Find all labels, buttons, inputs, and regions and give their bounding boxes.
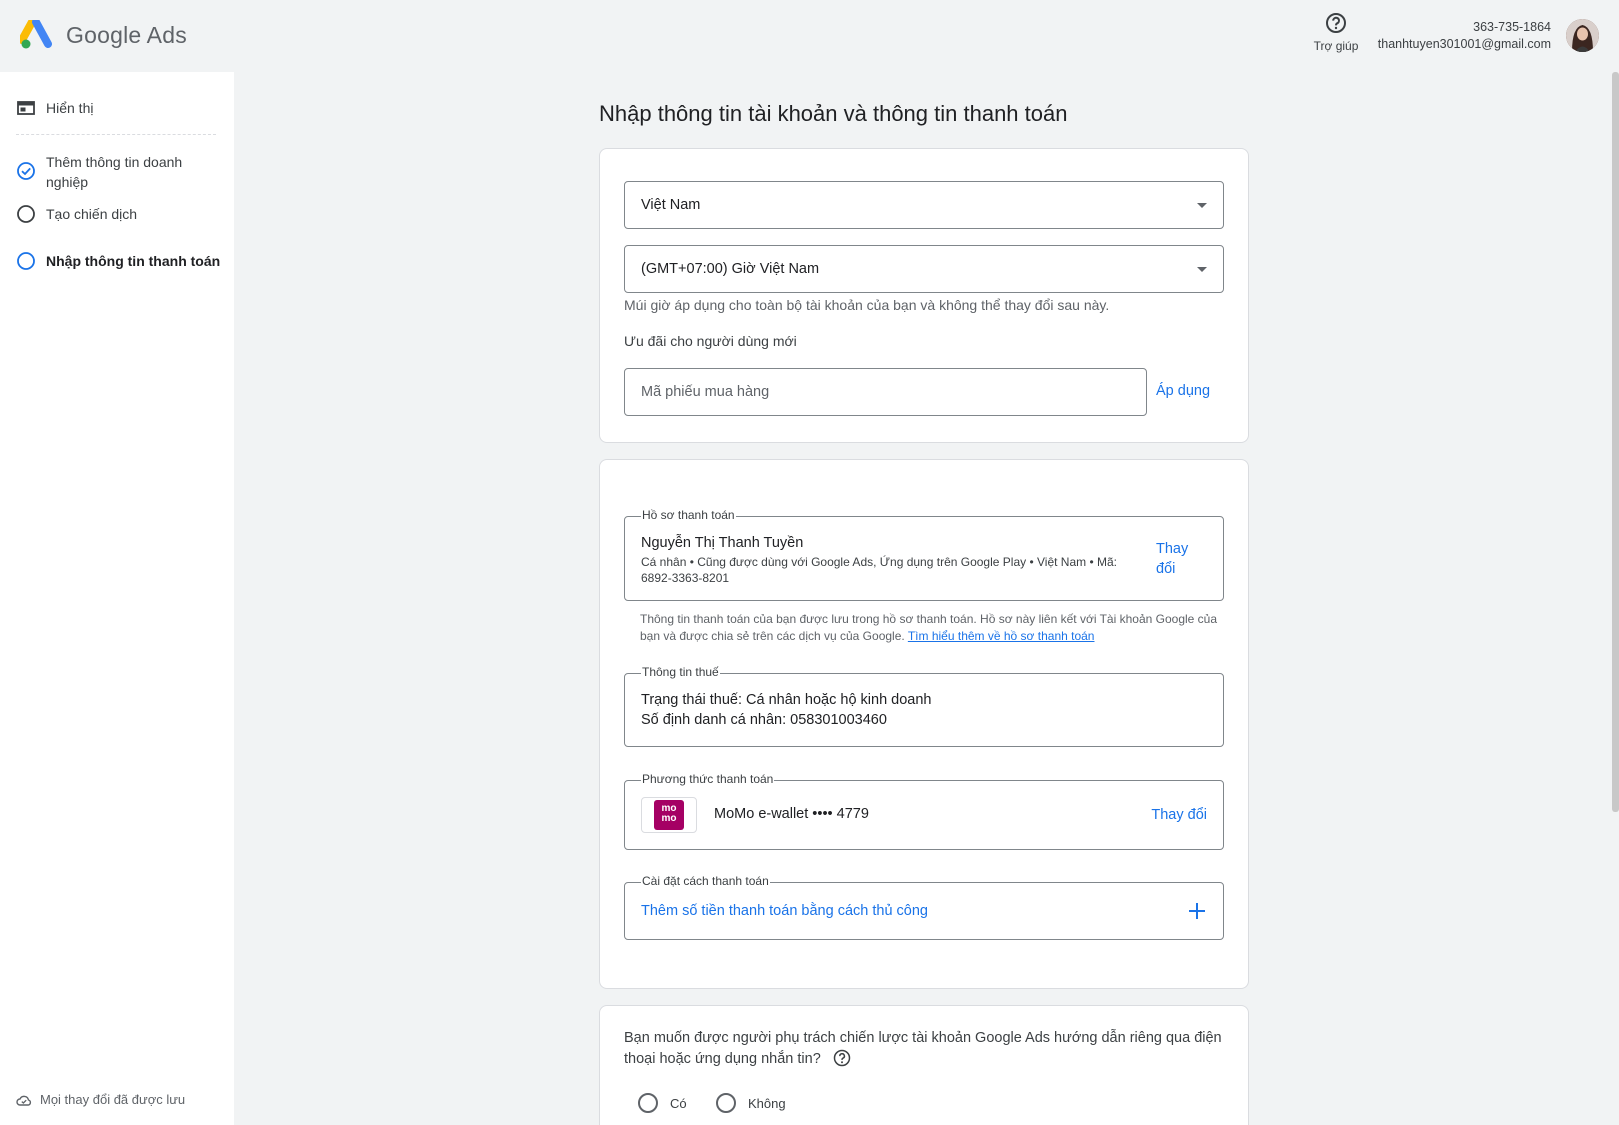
top-bar: Google Ads Trợ giúp 363-735-1864 thanhtu… bbox=[0, 0, 1619, 72]
timezone-hint: Múi giờ áp dụng cho toàn bộ tài khoản củ… bbox=[624, 297, 1110, 313]
sidebar-item-label: Hiển thị bbox=[46, 100, 94, 116]
account-email: thanhtuyen301001@gmail.com bbox=[1377, 37, 1551, 51]
payment-method-legend: Phương thức thanh toán bbox=[641, 772, 775, 786]
google-ads-logo[interactable]: Google Ads bbox=[20, 20, 187, 50]
add-icon[interactable] bbox=[1187, 901, 1207, 921]
account-settings-card: Việt Nam (GMT+07:00) Giờ Việt Nam Múi gi… bbox=[599, 148, 1249, 443]
dropdown-arrow-icon bbox=[1197, 202, 1207, 208]
help-button[interactable]: Trợ giúp bbox=[1306, 12, 1366, 53]
advisor-question: Bạn muốn được người phụ trách chiến lược… bbox=[624, 1028, 1224, 1070]
advisor-question-text: Bạn muốn được người phụ trách chiến lược… bbox=[624, 1030, 1222, 1067]
circle-icon bbox=[17, 252, 35, 270]
payment-method-name: MoMo e-wallet •••• 4779 bbox=[714, 806, 869, 822]
billing-profile-field: Hồ sơ thanh toán Nguyễn Thị Thanh Tuyền … bbox=[624, 508, 1224, 601]
account-info[interactable]: 363-735-1864 thanhtuyen301001@gmail.com bbox=[1378, 19, 1551, 53]
dropdown-arrow-icon bbox=[1197, 266, 1207, 272]
circle-icon bbox=[17, 205, 35, 223]
momo-logo-mark: mo mo bbox=[654, 800, 684, 830]
sidebar-item-display[interactable]: Hiển thị bbox=[16, 98, 93, 118]
sidebar: Hiển thị Thêm thông tin doanh nghiệp Tạo… bbox=[0, 72, 234, 1125]
save-status: Mọi thay đổi đã được lưu bbox=[16, 1092, 185, 1107]
sidebar-item-business-info[interactable]: Thêm thông tin doanh nghiệp bbox=[16, 152, 216, 192]
account-id: 363-735-1864 bbox=[1473, 20, 1551, 34]
change-billing-profile-button[interactable]: Thay đổi bbox=[1156, 539, 1206, 579]
add-manual-payment-link[interactable]: Thêm số tiền thanh toán bằng cách thủ cô… bbox=[641, 903, 928, 919]
tax-info-field: Thông tin thuế Trạng thái thuế: Cá nhân … bbox=[624, 665, 1224, 747]
help-icon[interactable] bbox=[833, 1049, 851, 1067]
billing-card: Hồ sơ thanh toán Nguyễn Thị Thanh Tuyền … bbox=[599, 459, 1249, 989]
promo-code-placeholder: Mã phiếu mua hàng bbox=[641, 384, 770, 400]
save-status-text: Mọi thay đổi đã được lưu bbox=[40, 1092, 186, 1107]
sidebar-divider bbox=[16, 134, 216, 135]
page-scrollbar[interactable] bbox=[1612, 72, 1619, 812]
cloud-done-icon bbox=[16, 1095, 32, 1106]
radio-yes[interactable]: Có bbox=[638, 1093, 687, 1113]
sidebar-item-label: Tạo chiến dịch bbox=[46, 206, 138, 222]
change-payment-method-button[interactable]: Thay đổi bbox=[1151, 805, 1207, 825]
avatar[interactable] bbox=[1566, 19, 1599, 52]
product-name: Google Ads bbox=[66, 21, 187, 48]
radio-circle[interactable] bbox=[638, 1093, 658, 1113]
payment-method-field: Phương thức thanh toán mo mo MoMo e-wall… bbox=[624, 772, 1224, 850]
apply-button[interactable]: Áp dụng bbox=[1156, 383, 1210, 399]
radio-no[interactable]: Không bbox=[716, 1093, 786, 1113]
billing-profile-details: Cá nhân • Cũng được dùng với Google Ads,… bbox=[641, 555, 1117, 585]
avatar-image bbox=[1566, 19, 1599, 52]
country-select[interactable]: Việt Nam bbox=[624, 181, 1224, 229]
timezone-select[interactable]: (GMT+07:00) Giờ Việt Nam bbox=[624, 245, 1224, 293]
sidebar-item-create-campaign[interactable]: Tạo chiến dịch bbox=[16, 204, 137, 224]
billing-profile-legend: Hồ sơ thanh toán bbox=[641, 508, 736, 522]
promo-code-input[interactable]: Mã phiếu mua hàng bbox=[624, 368, 1147, 416]
country-select-value: Việt Nam bbox=[641, 197, 701, 213]
layout-icon bbox=[17, 101, 35, 115]
timezone-select-value: (GMT+07:00) Giờ Việt Nam bbox=[641, 261, 820, 277]
help-label: Trợ giúp bbox=[1313, 39, 1359, 53]
sidebar-item-label: Thêm thông tin doanh nghiệp bbox=[46, 154, 183, 190]
radio-no-label: Không bbox=[748, 1095, 786, 1111]
advisor-card: Bạn muốn được người phụ trách chiến lược… bbox=[599, 1005, 1249, 1125]
billing-profile-name: Nguyễn Thị Thanh Tuyền bbox=[641, 535, 804, 551]
check-circle-icon bbox=[17, 162, 35, 180]
tax-id: Số định danh cá nhân: 058301003460 bbox=[641, 712, 887, 728]
sidebar-item-billing[interactable]: Nhập thông tin thanh toán bbox=[16, 251, 220, 271]
sidebar-item-label: Nhập thông tin thanh toán bbox=[46, 253, 221, 269]
radio-circle[interactable] bbox=[716, 1093, 736, 1113]
billing-profile-note: Thông tin thanh toán của bạn được lưu tr… bbox=[640, 611, 1220, 644]
payment-setting-field: Cài đặt cách thanh toán Thêm số tiền tha… bbox=[624, 874, 1224, 940]
help-icon bbox=[1326, 13, 1346, 33]
momo-logo: mo mo bbox=[641, 797, 697, 833]
radio-yes-label: Có bbox=[670, 1095, 687, 1111]
promo-label: Ưu đãi cho người dùng mới bbox=[624, 333, 797, 349]
tax-info-legend: Thông tin thuế bbox=[641, 665, 720, 679]
learn-more-billing-link[interactable]: Tìm hiểu thêm về hồ sơ thanh toán bbox=[908, 629, 1095, 643]
payment-setting-legend: Cài đặt cách thanh toán bbox=[641, 874, 770, 888]
page-title: Nhập thông tin tài khoản và thông tin th… bbox=[599, 101, 1068, 126]
google-ads-logo-icon bbox=[20, 20, 52, 49]
tax-status: Trạng thái thuế: Cá nhân hoặc hộ kinh do… bbox=[641, 692, 932, 708]
